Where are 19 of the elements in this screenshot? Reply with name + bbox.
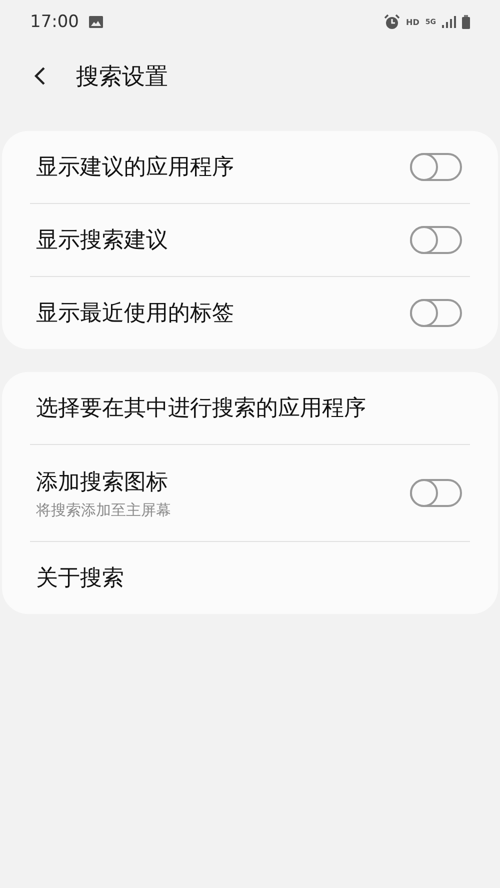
signal-icon (442, 16, 456, 28)
toggle-switch[interactable] (410, 479, 462, 507)
setting-label[interactable]: 显示最近使用的标签 (36, 298, 410, 328)
setting-description: 将搜索添加至主屏幕 (36, 500, 172, 520)
image-icon (89, 16, 103, 28)
toggle-switch[interactable] (410, 299, 462, 327)
status-time: 17:00 (30, 12, 79, 32)
toggle-switch[interactable] (410, 153, 462, 181)
toggle-switch[interactable] (410, 226, 462, 254)
hd-indicator: HD (406, 18, 420, 26)
setting-label[interactable]: 关于搜索 (36, 563, 470, 593)
setting-label[interactable]: 选择要在其中进行搜索的应用程序 (36, 393, 470, 423)
setting-label[interactable]: 添加搜索图标 (36, 466, 410, 496)
battery-icon (462, 15, 470, 29)
alarm-clock-icon (384, 14, 400, 30)
setting-label[interactable]: 显示建议的应用程序 (36, 152, 410, 182)
page-title: 搜索设置 (76, 62, 168, 92)
setting-label[interactable]: 显示搜索建议 (36, 225, 410, 255)
back-icon[interactable] (34, 66, 46, 86)
